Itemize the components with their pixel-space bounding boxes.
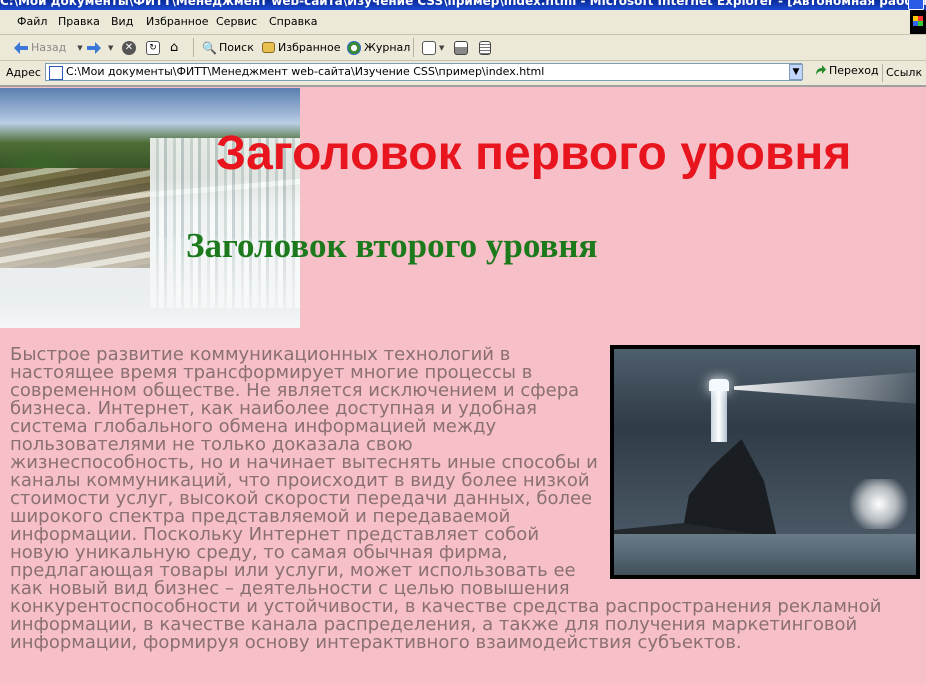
mail-button[interactable]: ▼: [422, 39, 444, 56]
home-button[interactable]: ⌂: [170, 39, 184, 56]
address-bar: Адрес C:\Мои документы\ФИТТ\Менеджмент w…: [0, 61, 926, 87]
stop-button[interactable]: ✕: [122, 39, 136, 56]
back-button-label: Назад: [31, 41, 67, 54]
print-button[interactable]: [454, 39, 468, 56]
mail-dropdown-icon[interactable]: ▼: [439, 44, 444, 52]
stop-icon: ✕: [122, 40, 136, 55]
back-arrow-icon: [14, 41, 28, 54]
edit-button[interactable]: [479, 39, 491, 56]
windows-logo-icon: [910, 10, 926, 34]
search-icon: 🔍: [202, 40, 217, 55]
go-arrow-icon: [816, 64, 826, 75]
go-button-label: Переход: [829, 64, 879, 77]
waterfall-image: [0, 88, 300, 328]
back-button[interactable]: Назад ▼: [14, 39, 83, 56]
forward-button[interactable]: ▼: [87, 39, 113, 56]
address-input[interactable]: C:\Мои документы\ФИТТ\Менеджмент web-сай…: [45, 63, 802, 81]
menu-edit[interactable]: Правка: [58, 15, 100, 28]
history-button-label: Журнал: [364, 41, 411, 54]
home-icon: ⌂: [170, 39, 179, 55]
favorites-button[interactable]: Избранное: [262, 39, 340, 56]
forward-dropdown-icon[interactable]: ▼: [108, 44, 113, 52]
heading-level-1: Заголовок первого уровня: [216, 127, 852, 180]
links-toolbar[interactable]: Ссылк: [886, 66, 922, 79]
printer-icon: [454, 40, 468, 55]
menu-tools[interactable]: Сервис: [216, 15, 257, 28]
favorites-icon: [262, 42, 275, 53]
menu-help[interactable]: Справка: [269, 15, 317, 28]
history-button[interactable]: Журнал: [347, 39, 410, 56]
back-dropdown-icon[interactable]: ▼: [77, 44, 82, 52]
window-control-button[interactable]: [908, 0, 924, 10]
page-icon: [49, 66, 63, 80]
address-label: Адрес: [6, 66, 41, 79]
standard-toolbar: Назад ▼ ▼ ✕ ↻ ⌂ 🔍 Поиск Избранное Журнал…: [0, 35, 926, 61]
address-url: C:\Мои документы\ФИТТ\Менеджмент web-сай…: [66, 65, 545, 78]
body-paragraph: Быстрое развитие коммуникационных технол…: [10, 346, 920, 652]
heading-level-2: Заголовок второго уровня: [186, 226, 598, 265]
address-dropdown-icon[interactable]: ▼: [789, 64, 803, 80]
history-icon: [347, 40, 361, 55]
search-button[interactable]: 🔍 Поиск: [202, 39, 254, 56]
refresh-icon: ↻: [146, 40, 160, 55]
forward-arrow-icon: [87, 41, 101, 54]
menu-bar: Файл Правка Вид Избранное Сервис Справка: [0, 10, 926, 35]
favorites-button-label: Избранное: [278, 41, 341, 54]
menu-favorites[interactable]: Избранное: [146, 15, 208, 28]
menu-file[interactable]: Файл: [17, 15, 47, 28]
go-button[interactable]: Переход: [814, 64, 879, 77]
window-title: C:\Мои документы\ФИТТ\Менеджмент web-сай…: [0, 0, 926, 8]
menu-view[interactable]: Вид: [111, 15, 133, 28]
refresh-button[interactable]: ↻: [146, 39, 160, 56]
search-button-label: Поиск: [219, 41, 254, 54]
mail-icon: [422, 40, 436, 55]
page-content: Заголовок первого уровня Заголовок второ…: [0, 88, 926, 684]
document-icon: [479, 40, 491, 55]
window-title-bar: C:\Мои документы\ФИТТ\Менеджмент web-сай…: [0, 0, 926, 10]
